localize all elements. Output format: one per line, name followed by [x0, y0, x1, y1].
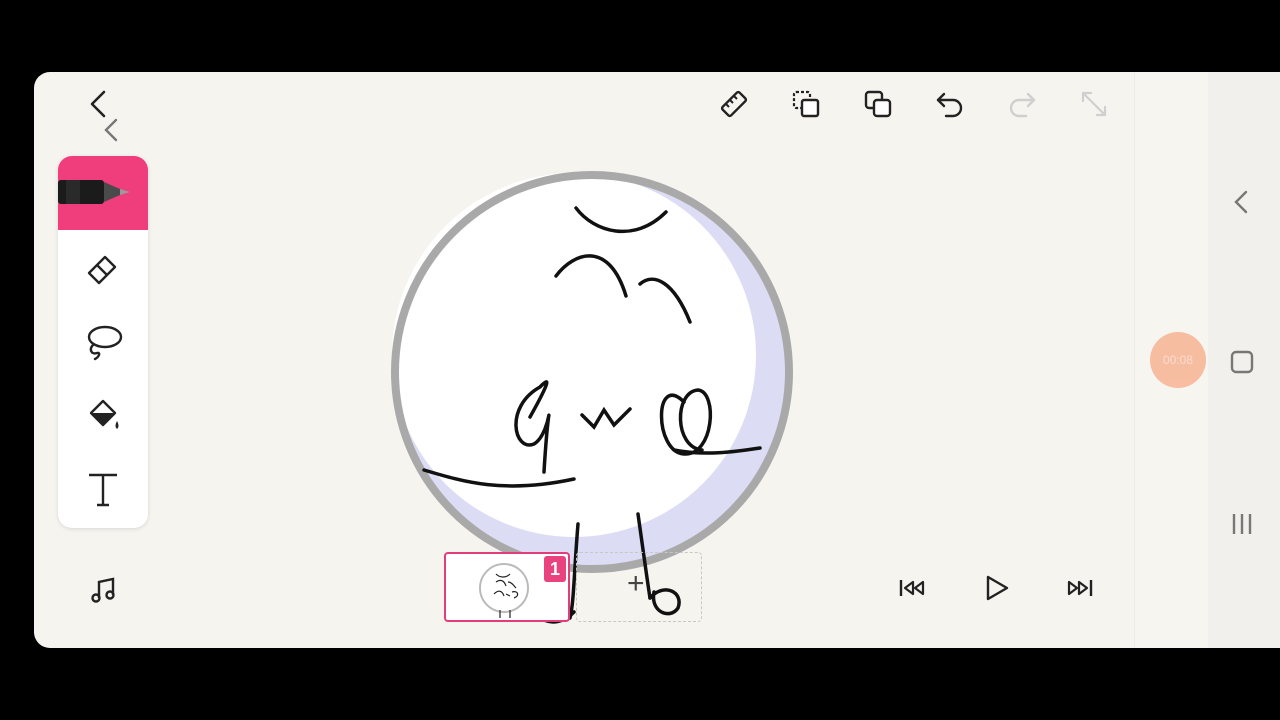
fill-bucket-tool[interactable]	[80, 392, 126, 438]
text-tool[interactable]	[80, 466, 126, 512]
pen-tool[interactable]	[58, 156, 148, 230]
music-note-icon	[91, 577, 115, 603]
play-button[interactable]	[976, 568, 1016, 608]
add-frame-label: +	[627, 567, 645, 600]
tool-panel	[58, 156, 148, 528]
undo-icon	[936, 92, 963, 118]
screen-recorder-timer[interactable]: 00:08	[1150, 332, 1206, 388]
drawn-circle-fill	[392, 173, 756, 537]
recent-apps-button[interactable]	[1222, 504, 1262, 544]
lasso-icon	[87, 325, 123, 361]
fullscreen-button[interactable]	[1074, 84, 1114, 124]
frame-thumbnail-1[interactable]: 1	[444, 552, 570, 622]
eraser-icon	[87, 255, 117, 285]
side-panel-toggle[interactable]	[1222, 182, 1262, 222]
lasso-tool[interactable]	[80, 318, 126, 364]
play-icon	[986, 575, 1009, 601]
home-button[interactable]	[1222, 342, 1262, 382]
skip-to-start-icon	[899, 580, 925, 596]
text-icon	[89, 473, 117, 507]
side-panel-toggle[interactable]	[92, 110, 132, 150]
eraser-tool[interactable]	[80, 244, 126, 290]
redo-icon	[1009, 92, 1036, 118]
skip-to-end-icon	[1067, 580, 1093, 596]
duplicate-icon	[864, 90, 892, 118]
select-frame-button[interactable]	[786, 84, 826, 124]
add-frame-button[interactable]: +	[576, 552, 702, 622]
redo-button[interactable]	[1002, 84, 1042, 124]
expand-icon	[1081, 91, 1107, 117]
recorder-timer-text: 00:08	[1162, 353, 1194, 367]
ruler-button[interactable]	[714, 84, 754, 124]
frame-number-badge: 1	[544, 556, 566, 582]
chevron-left-icon	[104, 118, 118, 142]
undo-button[interactable]	[930, 84, 970, 124]
home-square-icon	[1230, 350, 1254, 374]
ruler-icon	[720, 90, 748, 118]
music-button[interactable]	[84, 570, 124, 610]
skip-to-start-button[interactable]	[892, 568, 932, 608]
duplicate-button[interactable]	[858, 84, 898, 124]
skip-to-end-button[interactable]	[1060, 568, 1100, 608]
fill-bucket-icon	[89, 399, 119, 429]
system-nav-bar	[1208, 72, 1280, 648]
pen-icon	[58, 180, 130, 204]
chevron-left-icon	[1234, 190, 1248, 214]
recent-apps-icon	[1232, 514, 1252, 534]
select-copy-icon	[792, 90, 820, 118]
